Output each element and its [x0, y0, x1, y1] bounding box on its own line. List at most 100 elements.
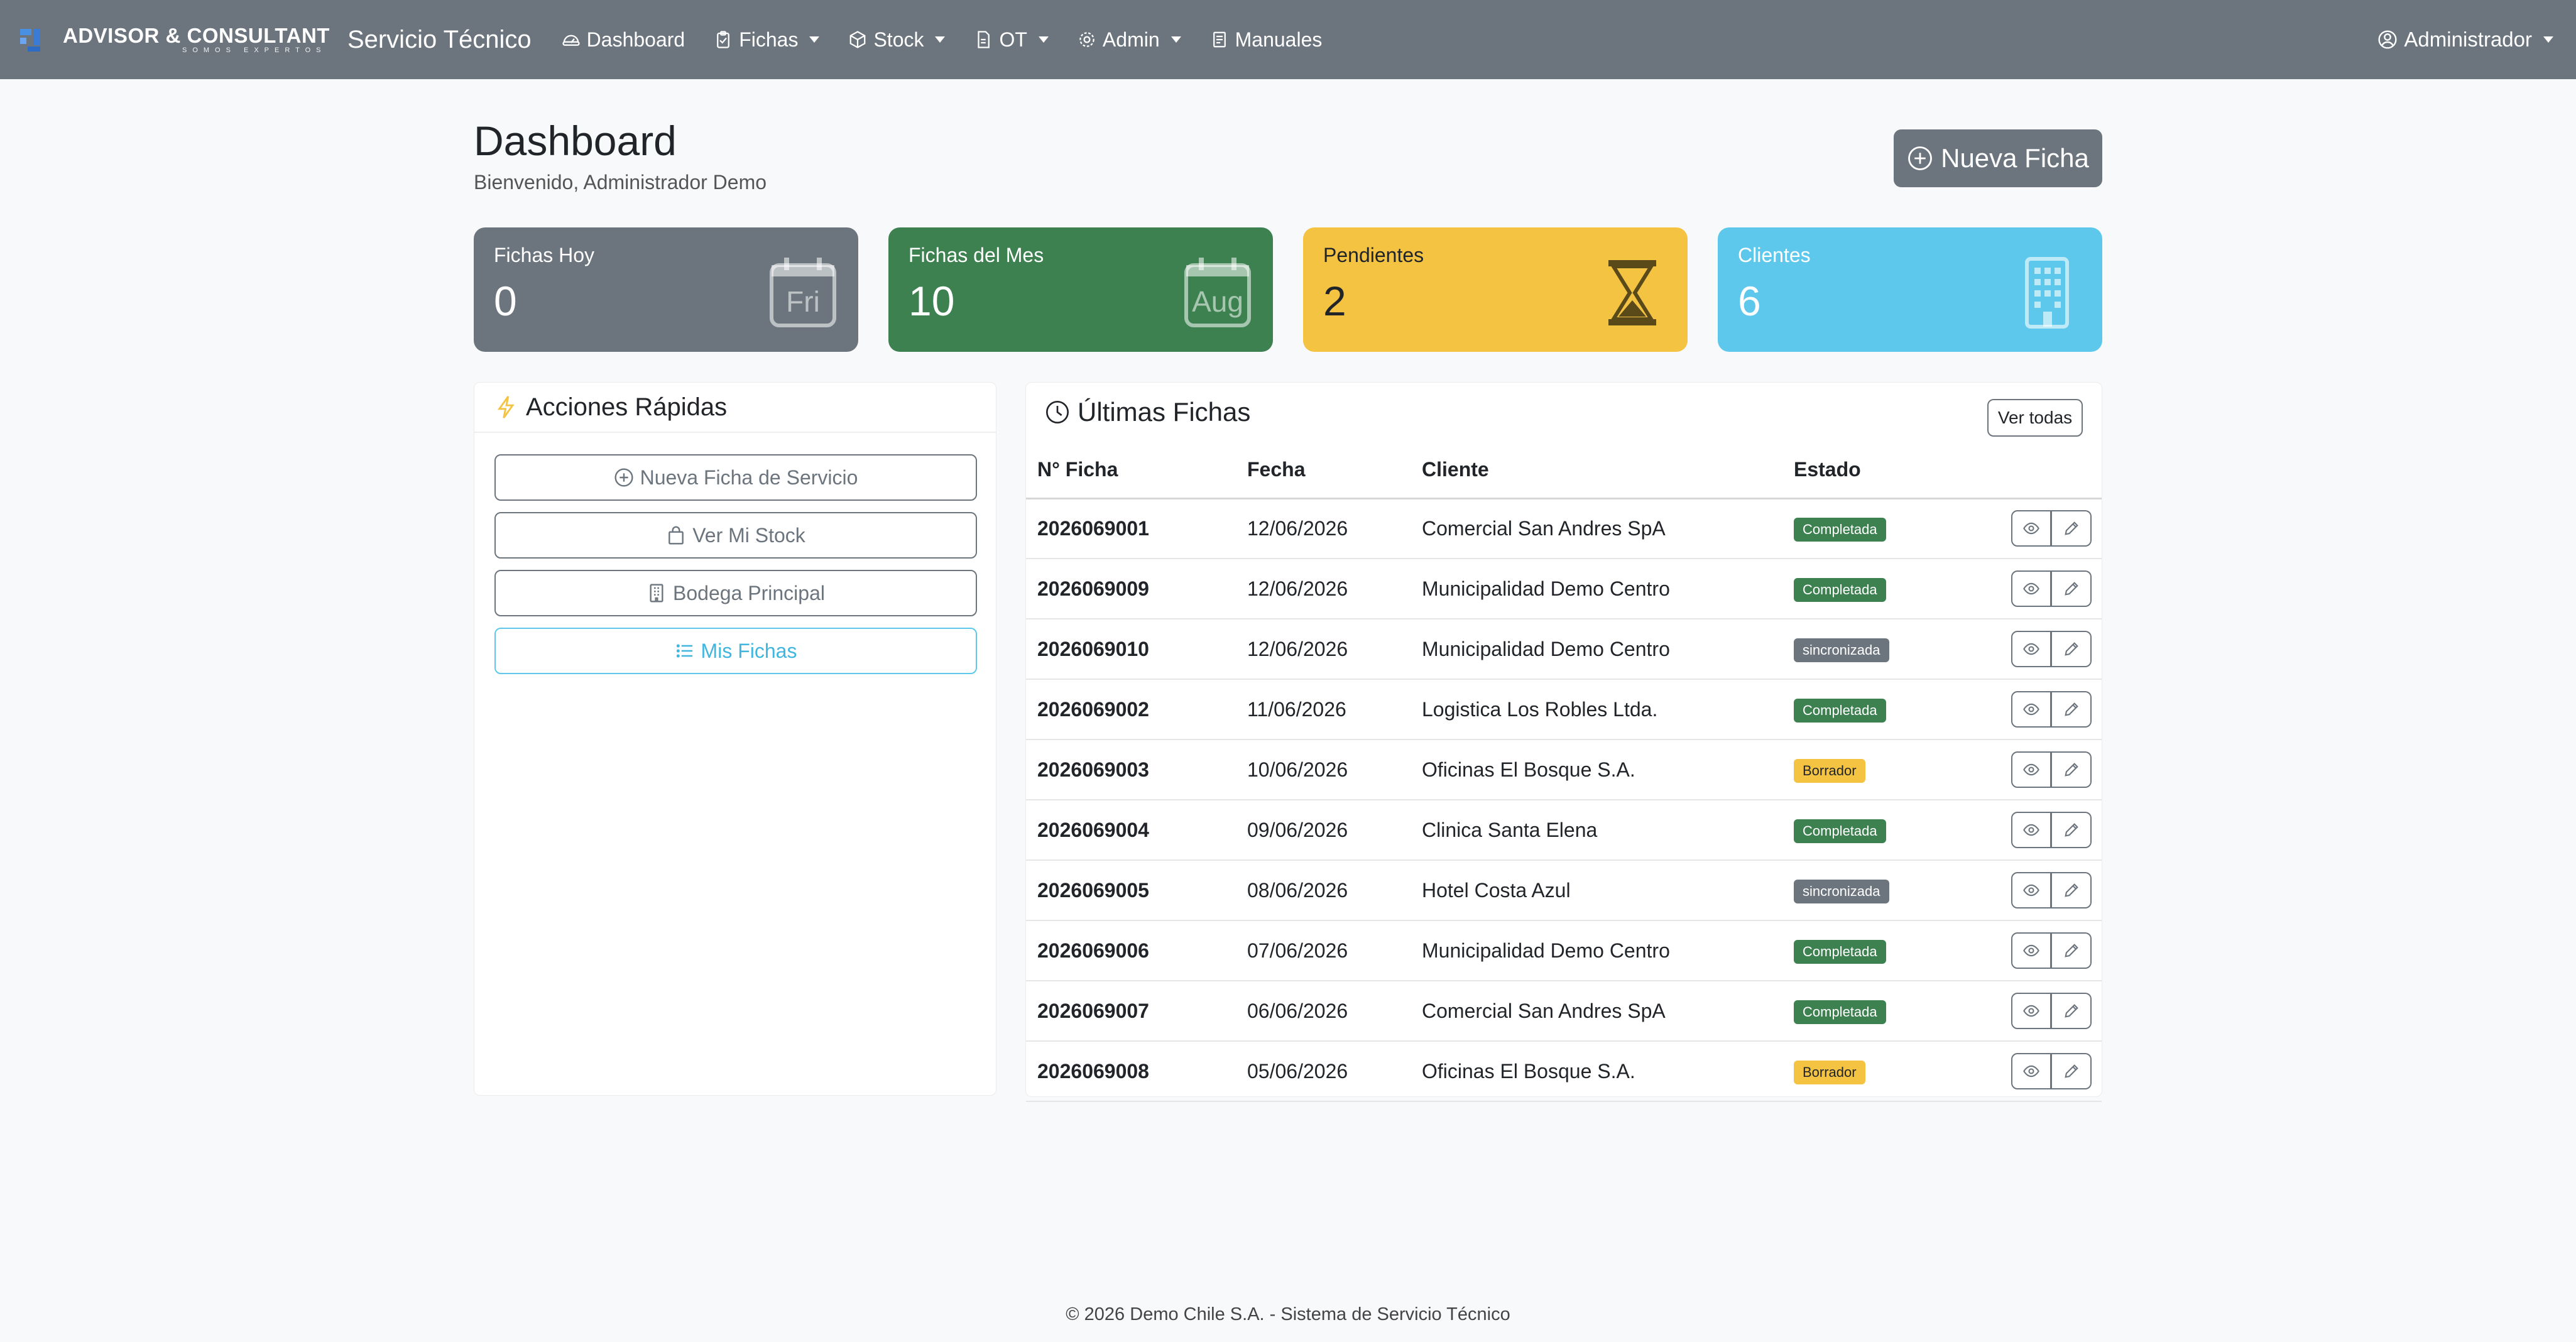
- view-ficha-button[interactable]: [2011, 570, 2051, 607]
- table-row[interactable]: 2026069005 08/06/2026 Hotel Costa Azul sinc…: [1026, 860, 2102, 921]
- nav-manuales[interactable]: Manuales: [1210, 28, 1322, 52]
- edit-ficha-button[interactable]: [2051, 751, 2092, 788]
- chevron-down-icon: [2543, 36, 2553, 43]
- view-stock-button[interactable]: Ver Mi Stock: [494, 512, 977, 559]
- my-fichas-button[interactable]: Mis Fichas: [494, 628, 977, 674]
- edit-ficha-button[interactable]: [2051, 993, 2092, 1029]
- page-title: Dashboard: [474, 117, 677, 164]
- clock-icon: [1046, 401, 1069, 423]
- nav-ot-label: OT: [999, 28, 1027, 51]
- new-ficha-label: Nueva Ficha: [1941, 143, 2089, 173]
- column-header[interactable]: Cliente: [1411, 442, 1782, 499]
- table-row[interactable]: 2026069010 12/06/2026 Municipalidad Demo C…: [1026, 619, 2102, 680]
- table-row[interactable]: 2026069009 12/06/2026 Municipalidad Demo C…: [1026, 559, 2102, 619]
- ficha-actions: [1971, 800, 2102, 861]
- view-ficha-button[interactable]: [2011, 872, 2051, 908]
- app-title[interactable]: Servicio Técnico: [347, 26, 532, 54]
- view-ficha-button[interactable]: [2011, 812, 2051, 848]
- table-row[interactable]: 2026069001 12/06/2026 Comercial San Andres…: [1026, 498, 2102, 559]
- table-row[interactable]: 2026069004 09/06/2026 Clinica Santa Elena C…: [1026, 800, 2102, 861]
- ficha-date: 10/06/2026: [1236, 739, 1411, 800]
- view-ficha-button[interactable]: [2011, 691, 2051, 728]
- nav-dashboard[interactable]: Dashboard: [562, 28, 685, 52]
- new-service-ficha-button[interactable]: Nueva Ficha de Servicio: [494, 454, 977, 501]
- nav-admin[interactable]: Admin: [1078, 28, 1181, 52]
- pencil-icon: [2064, 763, 2078, 777]
- ficha-client: Oficinas El Bosque S.A.: [1411, 739, 1782, 800]
- brand[interactable]: ADVISOR & CONSULTANT SOMOS EXPERTOS: [18, 0, 330, 79]
- nav-fichas-label: Fichas: [739, 28, 799, 51]
- hourglass-icon: [1608, 260, 1656, 325]
- eye-icon: [2023, 1005, 2039, 1017]
- chevron-down-icon: [1171, 36, 1181, 43]
- view-ficha-button[interactable]: [2011, 1053, 2051, 1089]
- calendar-day-text: Fri: [786, 285, 820, 318]
- edit-ficha-button[interactable]: [2051, 510, 2092, 547]
- edit-ficha-button[interactable]: [2051, 1053, 2092, 1089]
- ficha-status-cell: Completada: [1782, 679, 1971, 740]
- view-ficha-button[interactable]: [2011, 932, 2051, 969]
- nav-ot[interactable]: OT: [974, 28, 1049, 52]
- column-header[interactable]: N° Ficha: [1026, 442, 1236, 499]
- edit-ficha-button[interactable]: [2051, 932, 2092, 969]
- ficha-actions: [1971, 619, 2102, 680]
- ficha-actions: [1971, 920, 2102, 981]
- fichas-table: N° Ficha Fecha Cliente Estado 2026069001…: [1026, 442, 2102, 1102]
- nav-stock-label: Stock: [873, 28, 924, 51]
- ficha-number[interactable]: 2026069004: [1026, 800, 1236, 861]
- edit-ficha-button[interactable]: [2051, 872, 2092, 908]
- ficha-number[interactable]: 2026069002: [1026, 679, 1236, 740]
- status-badge: Completada: [1794, 698, 1886, 723]
- latest-fichas-title: Últimas Fichas: [1078, 397, 1251, 427]
- nav-fichas[interactable]: Fichas: [714, 28, 820, 52]
- user-menu[interactable]: Administrador: [2377, 0, 2553, 79]
- ficha-number[interactable]: 2026069006: [1026, 920, 1236, 981]
- column-header[interactable]: Fecha: [1236, 442, 1411, 499]
- edit-ficha-button[interactable]: [2051, 691, 2092, 728]
- status-badge: Completada: [1794, 517, 1886, 542]
- building-icon: [650, 584, 663, 603]
- ficha-date: 11/06/2026: [1236, 679, 1411, 740]
- stat-card-clientes: Clientes 6: [1718, 227, 2102, 352]
- new-ficha-button[interactable]: Nueva Ficha: [1894, 129, 2102, 187]
- footer: © 2026 Demo Chile S.A. - Sistema de Serv…: [1066, 1304, 1510, 1324]
- gear-icon: [1079, 32, 1094, 47]
- edit-ficha-button[interactable]: [2051, 570, 2092, 607]
- view-ficha-button[interactable]: [2011, 510, 2051, 547]
- ficha-number[interactable]: 2026069010: [1026, 619, 1236, 680]
- status-badge: Completada: [1794, 819, 1886, 843]
- nav-stock[interactable]: Stock: [848, 28, 946, 52]
- ficha-status-cell: Completada: [1782, 559, 1971, 619]
- ficha-number[interactable]: 2026069003: [1026, 739, 1236, 800]
- table-row[interactable]: 2026069002 11/06/2026 Logistica Los Robles…: [1026, 679, 2102, 740]
- edit-ficha-button[interactable]: [2051, 812, 2092, 848]
- eye-icon: [2023, 1065, 2039, 1077]
- column-header[interactable]: Estado: [1782, 442, 1971, 499]
- view-all-button[interactable]: Ver todas: [1987, 399, 2083, 437]
- main-warehouse-button[interactable]: Bodega Principal: [494, 570, 977, 616]
- edit-ficha-button[interactable]: [2051, 631, 2092, 667]
- view-ficha-button[interactable]: [2011, 751, 2051, 788]
- eye-icon: [2023, 523, 2039, 535]
- quick-btn-label: Ver Mi Stock: [692, 523, 805, 547]
- view-ficha-button[interactable]: [2011, 631, 2051, 667]
- table-row[interactable]: 2026069007 06/06/2026 Comercial San Andres…: [1026, 981, 2102, 1042]
- chevron-down-icon: [809, 36, 820, 43]
- table-row[interactable]: 2026069003 10/06/2026 Oficinas El Bosque S…: [1026, 739, 2102, 800]
- ficha-number[interactable]: 2026069008: [1026, 1041, 1236, 1102]
- ficha-number[interactable]: 2026069009: [1026, 559, 1236, 619]
- eye-icon: [2023, 944, 2039, 957]
- ficha-client: Municipalidad Demo Centro: [1411, 559, 1782, 619]
- brand-name: ADVISOR & CONSULTANT: [63, 24, 330, 47]
- ficha-number[interactable]: 2026069007: [1026, 981, 1236, 1042]
- ficha-client: Municipalidad Demo Centro: [1411, 619, 1782, 680]
- ficha-number[interactable]: 2026069005: [1026, 860, 1236, 921]
- ficha-actions: [1971, 559, 2102, 619]
- plus-circle-icon: [614, 468, 633, 487]
- view-ficha-button[interactable]: [2011, 993, 2051, 1029]
- chevron-down-icon: [935, 36, 946, 43]
- table-row[interactable]: 2026069008 05/06/2026 Oficinas El Bosque S…: [1026, 1041, 2102, 1102]
- ficha-number[interactable]: 2026069001: [1026, 498, 1236, 559]
- table-row[interactable]: 2026069006 07/06/2026 Municipalidad Demo C…: [1026, 920, 2102, 981]
- ficha-status-cell: Borrador: [1782, 739, 1971, 800]
